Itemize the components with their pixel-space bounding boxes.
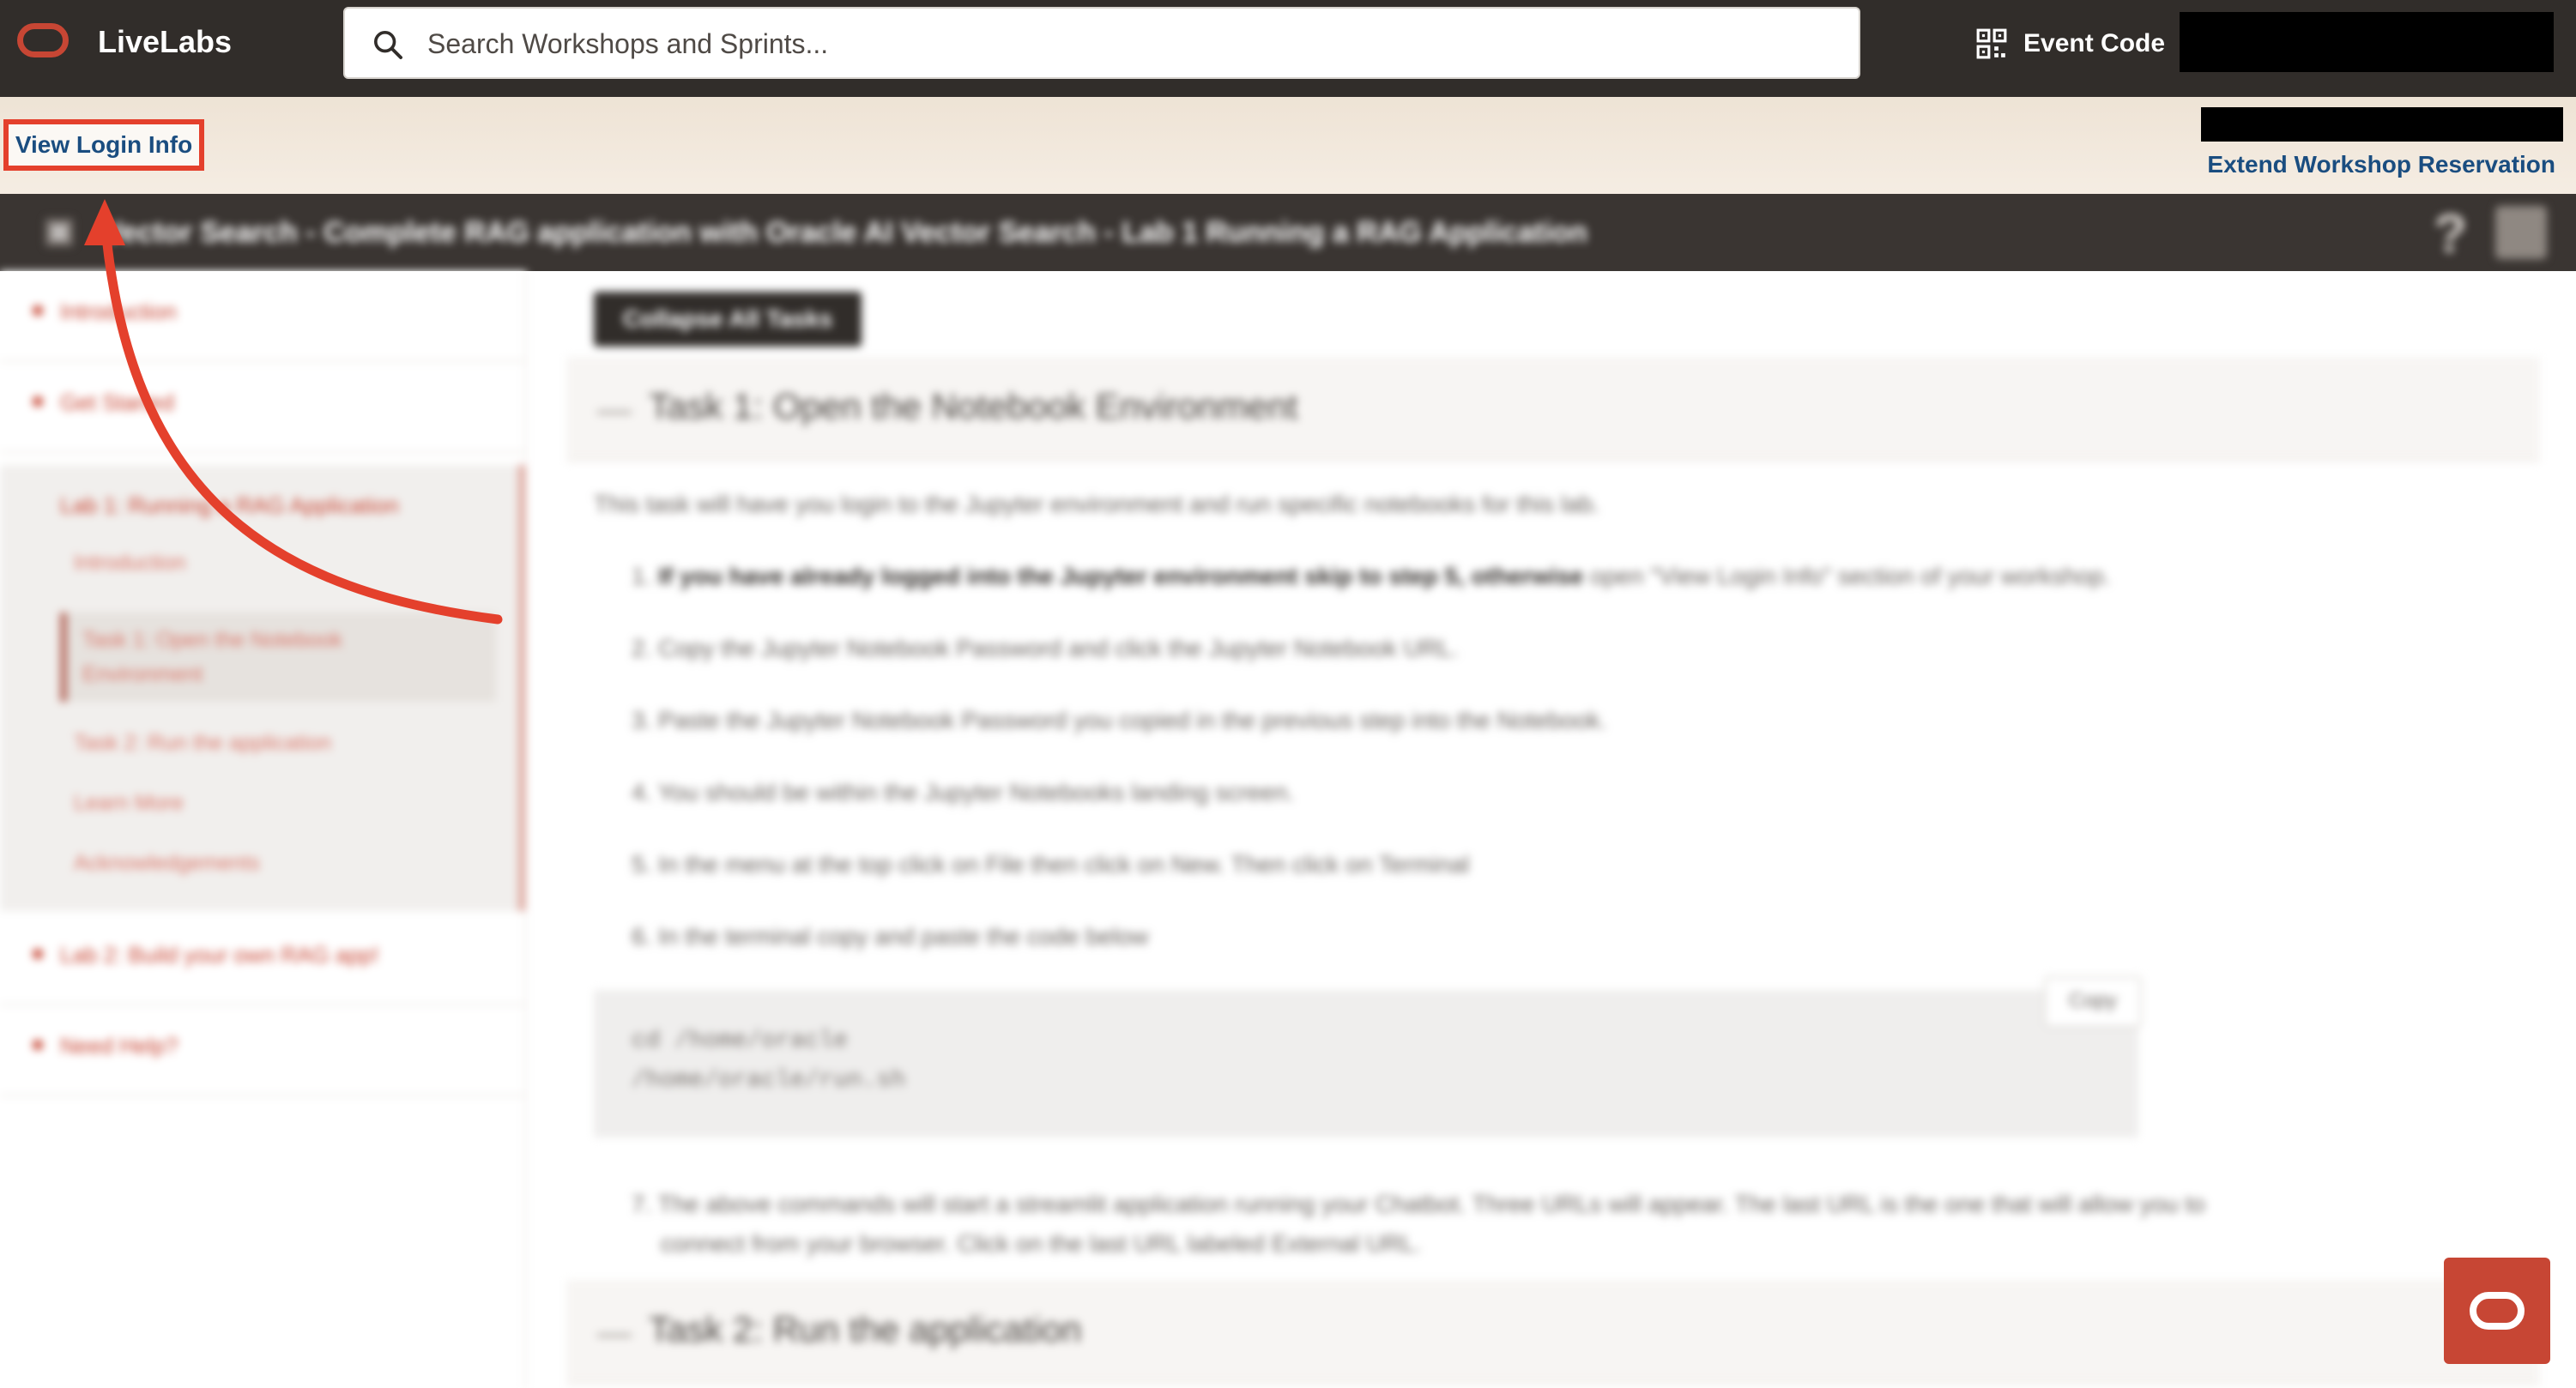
step-7-line-2: connect from your browser. Click on the … [661, 1230, 1422, 1257]
step-number: 1. [632, 563, 652, 589]
step-1: 1. If you have already logged into the J… [632, 563, 2110, 590]
search-icon [374, 31, 402, 59]
step-4: 4. You should be within the Jupyter Note… [632, 779, 1294, 806]
search-input[interactable] [426, 9, 1802, 79]
lab-title: Vector Search - Complete RAG application… [103, 216, 1587, 249]
sidebar-item-need-help[interactable]: Need Help? [0, 1005, 525, 1096]
bullet [33, 949, 43, 959]
task-title: Task 2: Run the application [649, 1309, 1082, 1349]
menu-icon[interactable] [43, 216, 76, 249]
brand-name[interactable]: LiveLabs [98, 21, 232, 63]
sidebar-group-title[interactable]: Lab 1: Running a RAG Application [60, 492, 399, 519]
step-text: Paste the Jupyter Notebook Password you … [658, 707, 1607, 733]
step-number: 2. [632, 635, 652, 661]
lab-title-bar: Vector Search - Complete RAG application… [0, 194, 2576, 271]
step-text: In the terminal copy and paste the code … [658, 923, 1149, 950]
task-intro: This task will have you login to the Jup… [594, 491, 1599, 517]
copy-code-button[interactable]: Copy [2044, 976, 2142, 1028]
code-line: /home/oracle/run.sh [632, 1067, 906, 1094]
lab-content: Collapse All Tasks — Task 1: Open the No… [566, 271, 2540, 1388]
sidebar-item-label: Get Started [60, 389, 174, 415]
step-number: 4. [632, 779, 652, 806]
search-box[interactable] [343, 7, 1860, 79]
bullet [33, 1040, 43, 1050]
sidebar-item-label: Lab 2: Build your own RAG app! [60, 942, 379, 968]
collapse-all-tasks-button[interactable]: Collapse All Tasks [594, 292, 862, 347]
step-2: 2. Copy the Jupyter Notebook Password an… [632, 635, 1458, 662]
top-navigation-bar: LiveLabs Event Code [0, 0, 2576, 97]
sidebar-item-introduction[interactable]: Introduction [0, 271, 525, 362]
sidebar-subitem[interactable]: Learn More [74, 791, 184, 816]
view-login-info-button[interactable]: View Login Info [3, 119, 204, 171]
sidebar-group-lab1: Lab 1: Running a RAG Application Introdu… [0, 465, 525, 911]
sidebar-item-label: Introduction [60, 299, 177, 324]
collapse-icon: — [597, 1314, 632, 1352]
bullet [33, 305, 43, 316]
bullet [33, 396, 43, 407]
task-1-header[interactable]: — Task 1: Open the Notebook Environment [566, 357, 2540, 462]
redacted-reservation-info [2201, 107, 2563, 142]
sidebar-item-get-started[interactable]: Get Started [0, 362, 525, 453]
sidebar-subitem[interactable]: Task 2: Run the application [74, 731, 331, 756]
qr-code-icon [1976, 28, 2007, 59]
event-code-button[interactable]: Event Code [1975, 22, 2165, 65]
oracle-logo-icon [2470, 1292, 2525, 1330]
code-block: cd /home/oracle /home/oracle/run.sh [594, 990, 2138, 1138]
step-bold: If you have already logged into the Jupy… [658, 563, 1584, 589]
step-5: 5. In the menu at the top click on File … [632, 851, 1469, 878]
step-3: 3. Paste the Jupyter Notebook Password y… [632, 707, 1606, 734]
code-line: cd /home/oracle [632, 1028, 849, 1054]
sidebar-item-lab2[interactable]: Lab 2: Build your own RAG app! [0, 914, 525, 1005]
step-6: 6. In the terminal copy and paste the co… [632, 923, 1148, 950]
sidebar-subitem[interactable]: Task 1: Open the Notebook Environment [82, 623, 460, 691]
sidebar-subitem[interactable]: Introduction [74, 551, 186, 576]
save-icon[interactable] [2495, 206, 2547, 259]
step-7-line-1: 7. The above commands will start a strea… [632, 1191, 2205, 1217]
sidebar-item-label: Need Help? [60, 1033, 178, 1059]
step-text: open "View Login Info" section of your w… [1583, 563, 2111, 589]
step-number: 6. [632, 923, 652, 950]
oracle-logo-icon[interactable] [17, 23, 69, 57]
help-icon[interactable]: ? [2434, 206, 2467, 261]
oracle-chat-button[interactable] [2444, 1258, 2550, 1364]
task-2-header[interactable]: — Task 2: Run the application [566, 1280, 2540, 1385]
step-text: In the menu at the top click on File the… [658, 851, 1470, 878]
title-bar-content: Vector Search - Complete RAG application… [0, 194, 2576, 271]
step-text: Copy the Jupyter Notebook Password and c… [658, 635, 1459, 661]
event-code-label: Event Code [2023, 29, 2166, 57]
lab-sidebar: Introduction Get Started Lab 1: Running … [0, 271, 527, 1388]
collapse-icon: — [597, 391, 632, 429]
extend-reservation-link[interactable]: Extend Workshop Reservation [2207, 148, 2555, 182]
step-number: 3. [632, 707, 652, 733]
sidebar-subitem[interactable]: Acknowledgements [74, 851, 260, 876]
workshop-info-bar [0, 97, 2576, 194]
task-title: Task 1: Open the Notebook Environment [649, 386, 1298, 426]
step-text: You should be within the Jupyter Noteboo… [657, 779, 1295, 806]
step-number: 5. [632, 851, 652, 878]
redacted-user-area [2180, 12, 2554, 72]
